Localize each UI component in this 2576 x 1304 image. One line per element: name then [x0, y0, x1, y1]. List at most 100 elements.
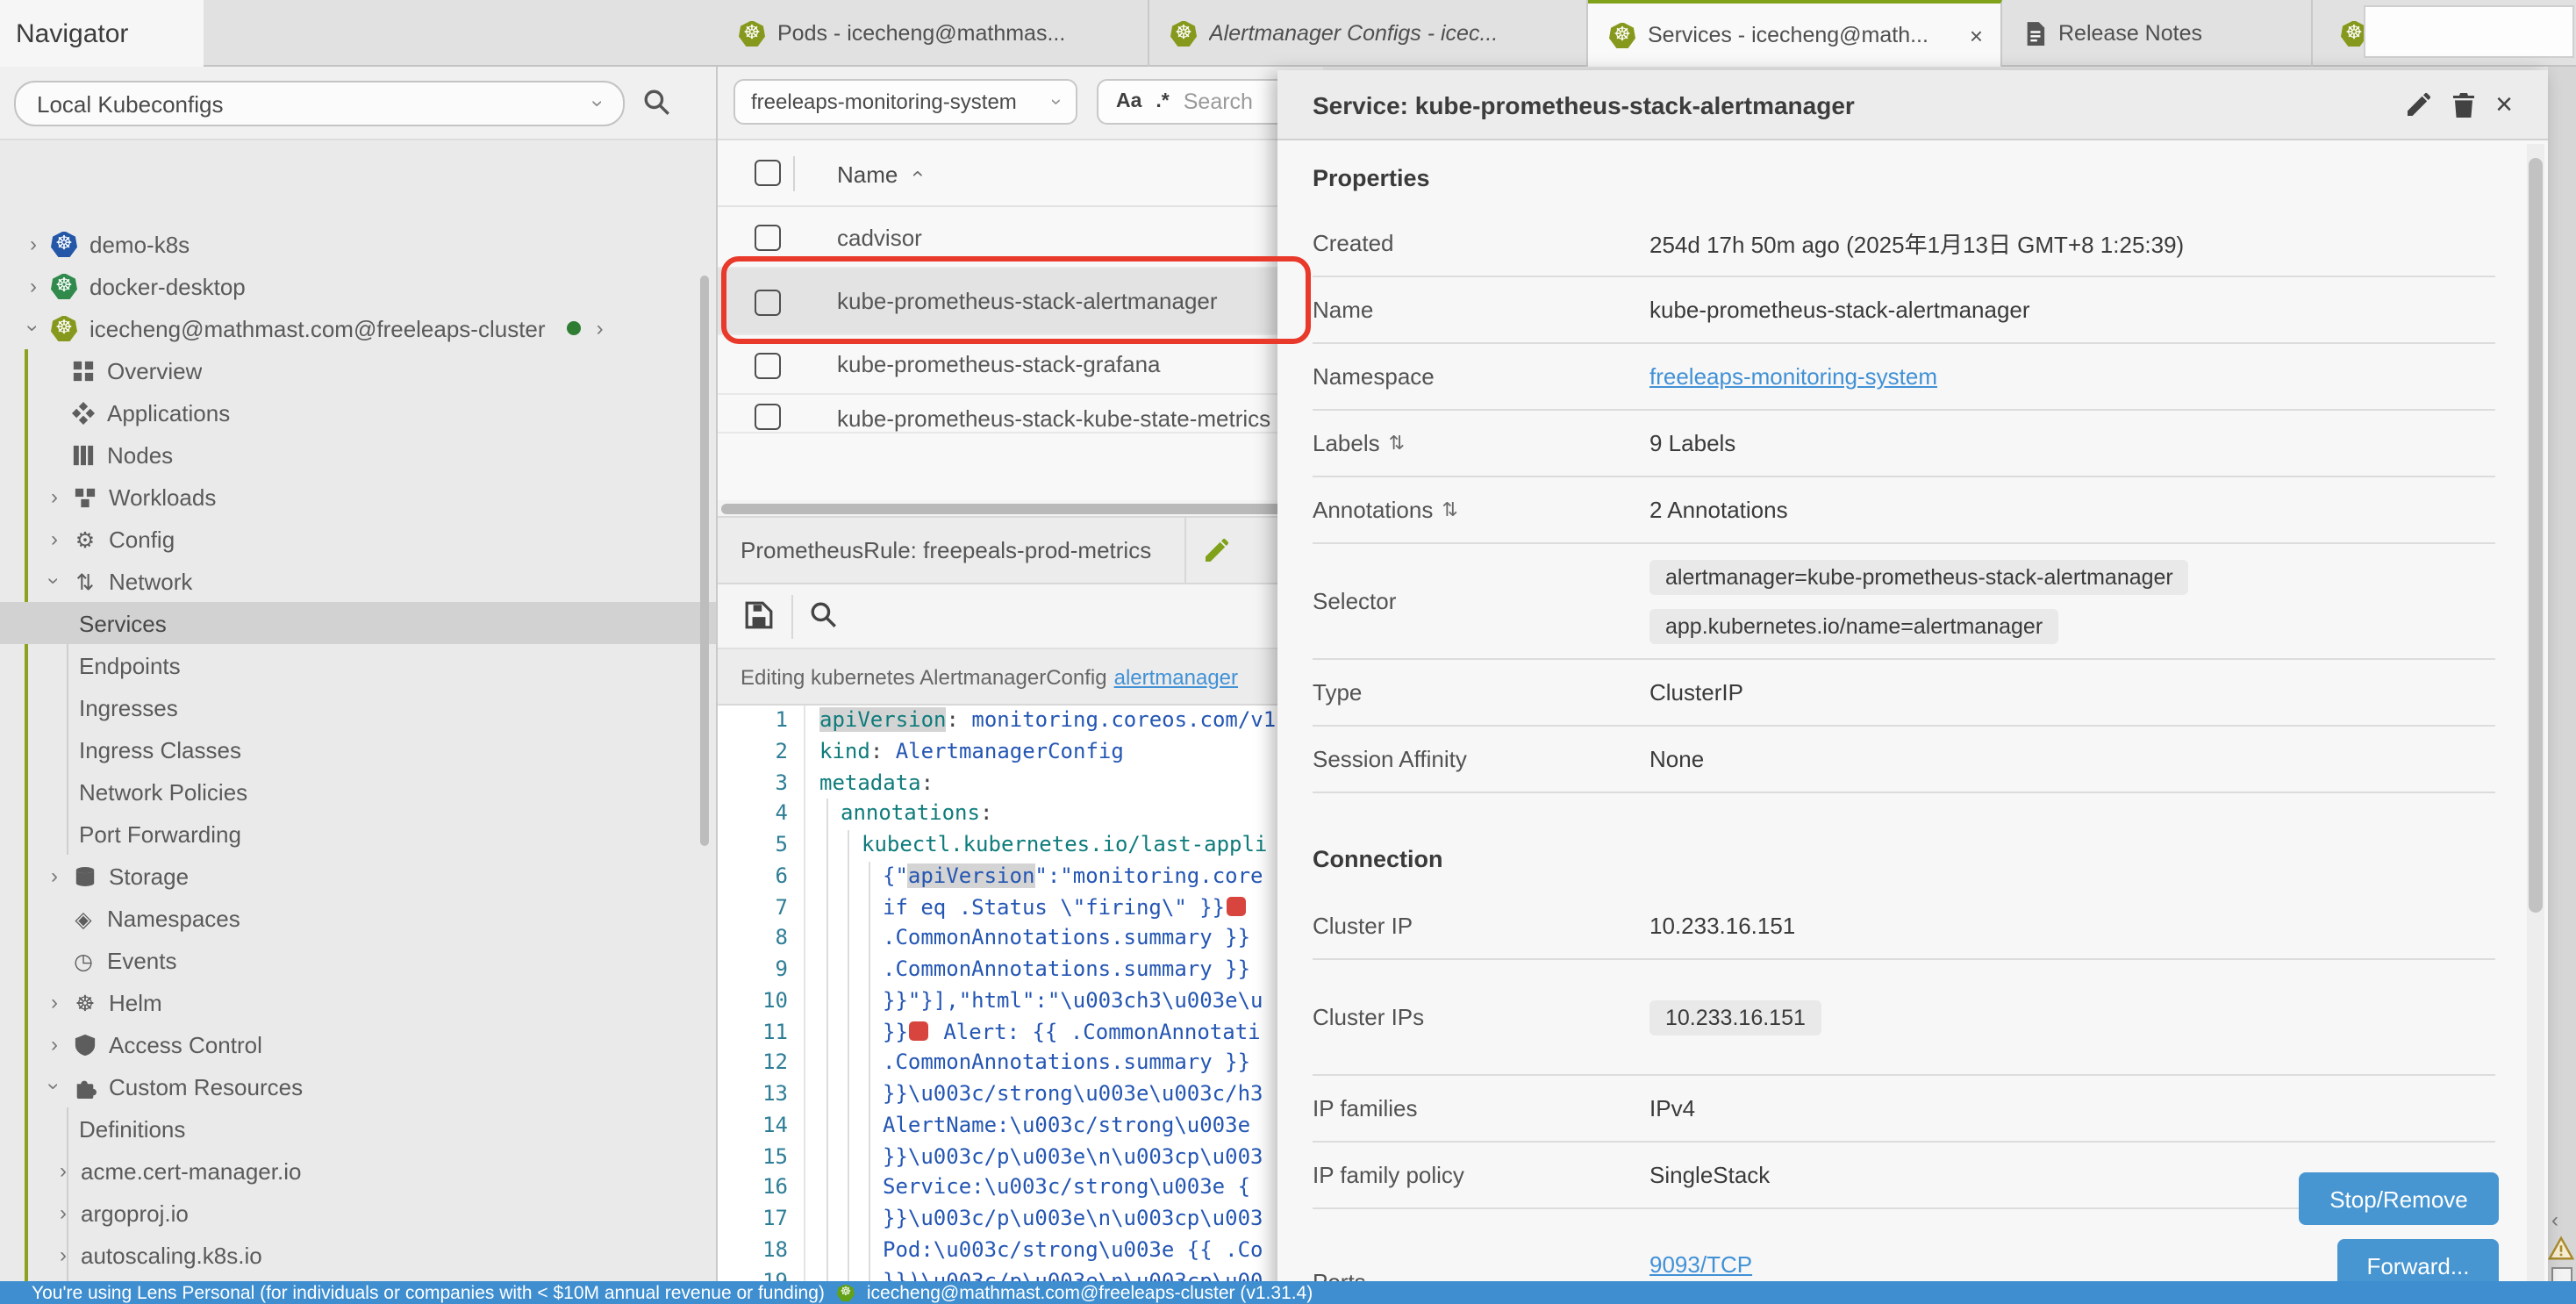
sidebar-item-docker-desktop[interactable]: ›☸docker-desktop — [0, 265, 718, 307]
scrollbar-thumb[interactable] — [721, 503, 1311, 513]
sidebar-item-custom-resources[interactable]: › Custom Resources — [0, 1065, 718, 1107]
save-icon[interactable] — [744, 600, 774, 630]
panel-scrollbar-thumb[interactable] — [2529, 158, 2543, 913]
sidebar-item-config[interactable]: ›⚙Config — [0, 518, 718, 560]
navigator-pane-title: Navigator — [0, 0, 204, 67]
sidebar-item-port-forwarding[interactable]: Port Forwarding — [0, 813, 718, 855]
code-line-3: 3metadata: — [718, 768, 1323, 799]
sidebar-item-label: icecheng@mathmast.com@freeleaps-cluster — [89, 315, 546, 341]
sort-toggle-icon[interactable]: ⇅ — [1442, 498, 1457, 521]
delete-trash-icon[interactable] — [2450, 90, 2478, 118]
editing-context-link[interactable]: alertmanager — [1114, 664, 1238, 689]
detail-value: IPv4 — [1649, 1095, 1695, 1121]
sidebar-scrollbar[interactable] — [700, 276, 709, 846]
code-line-1: 1apiVersion: monitoring.coreos.com/v1 — [718, 706, 1323, 737]
detail-row-ip-families: IP familiesIPv4 — [1313, 1076, 2495, 1143]
chevron-right-icon[interactable]: › — [54, 1158, 72, 1183]
edit-pencil-icon[interactable] — [2404, 90, 2432, 118]
code-line-11: 11}} Alert: {{ .CommonAnnotati — [718, 1017, 1323, 1049]
tab-services-icecheng-math[interactable]: ☸Services - icecheng@math...× — [1588, 0, 2002, 67]
sidebar-item-demo-k8s[interactable]: ›☸demo-k8s — [0, 223, 718, 265]
chevron-down-icon[interactable]: › — [42, 1078, 67, 1095]
tab-release-notes[interactable]: Release Notes — [2002, 0, 2313, 67]
code-line-14: 14AlertName:\u003c/strong\u003e — [718, 1111, 1323, 1143]
sidebar-item-ingress-classes[interactable]: Ingress Classes — [0, 728, 718, 770]
tab-alertmanager-configs-icec[interactable]: ☸Alertmanager Configs - icec... — [1149, 0, 1588, 67]
editor-search-icon[interactable] — [809, 600, 839, 630]
namespace-link[interactable]: freeleaps-monitoring-system — [1649, 363, 1937, 390]
sidebar-item-acme-cert-manager-io[interactable]: ›acme.cert-manager.io — [0, 1150, 718, 1192]
row-checkbox[interactable] — [755, 225, 781, 251]
detail-row-type: TypeClusterIP — [1313, 660, 2495, 727]
sidebar-item-ingresses[interactable]: Ingresses — [0, 686, 718, 728]
sidebar-item-workloads[interactable]: ›Workloads — [0, 476, 718, 518]
tab-label: Release Notes — [2058, 21, 2202, 46]
sidebar-item-network[interactable]: ›⇅Network — [0, 560, 718, 602]
sidebar-item-nodes[interactable]: Nodes — [0, 433, 718, 476]
code-line-6: 6{"apiVersion":"monitoring.core — [718, 862, 1323, 893]
sidebar-item-events[interactable]: ◷Events — [0, 939, 718, 981]
namespace-dropdown[interactable]: freeleaps-monitoring-system › — [733, 79, 1077, 125]
kubeconfig-dropdown-value: Local Kubeconfigs — [37, 90, 224, 117]
table-row-kube-prometheus-stack-kube-state-metrics[interactable]: kube-prometheus-stack-kube-state-metrics — [718, 395, 1323, 433]
sidebar-item-access-control[interactable]: ›Access Control — [0, 1023, 718, 1065]
edit-pencil-icon[interactable] — [1202, 537, 1230, 565]
sidebar-item-argoproj-io[interactable]: ›argoproj.io — [0, 1192, 718, 1234]
sidebar-item-autoscaling-k8s-io[interactable]: ›autoscaling.k8s.io — [0, 1234, 718, 1276]
row-name: cadvisor — [837, 224, 922, 250]
sidebar-item-namespaces[interactable]: ◈Namespaces — [0, 897, 718, 939]
sidebar-item-icecheng-mathmast-com-freeleaps-cluster[interactable]: ›☸icecheng@mathmast.com@freeleaps-cluste… — [0, 307, 718, 349]
chevron-right-icon[interactable]: › — [46, 484, 63, 509]
nodes-icon — [70, 441, 97, 468]
select-all-checkbox[interactable] — [755, 160, 781, 186]
regex-icon[interactable]: .* — [1156, 91, 1169, 112]
port-link-9093-tcp[interactable]: 9093/TCP — [1649, 1251, 1752, 1278]
sidebar-item-endpoints[interactable]: Endpoints — [0, 644, 718, 686]
sidebar-item-definitions[interactable]: Definitions — [0, 1107, 718, 1150]
sidebar-item-helm[interactable]: ›☸Helm — [0, 981, 718, 1023]
sidebar-item-label: Custom Resources — [109, 1073, 303, 1100]
sort-toggle-icon[interactable]: ⇅ — [1389, 432, 1405, 455]
chevron-down-icon: › — [586, 100, 611, 107]
column-header-name[interactable]: Name › — [837, 140, 919, 207]
sidebar-item-network-policies[interactable]: Network Policies — [0, 770, 718, 813]
yaml-editor[interactable]: 1apiVersion: monitoring.coreos.com/v12ki… — [718, 706, 1323, 1304]
active-cluster-status[interactable]: icecheng@mathmast.com@freeleaps-cluster … — [867, 1282, 1313, 1303]
sidebar-item-applications[interactable]: Applications — [0, 391, 718, 433]
sidebar-item-overview[interactable]: Overview — [0, 349, 718, 391]
chevron-right-icon[interactable]: › — [46, 1032, 63, 1057]
tab-pods-icecheng-mathmas[interactable]: ☸Pods - icecheng@mathmas... — [718, 0, 1149, 67]
sidebar-item-storage[interactable]: ›Storage — [0, 855, 718, 897]
tab-bar: Navigator ☸Pods - icecheng@mathmas...☸Al… — [0, 0, 2576, 67]
detail-label: Cluster IP — [1313, 913, 1413, 939]
stop-remove-button[interactable]: Stop/Remove — [2299, 1172, 2499, 1225]
row-name: kube-prometheus-stack-kube-state-metrics — [837, 405, 1270, 432]
chevron-right-icon[interactable]: › — [54, 1200, 72, 1225]
chevron-right-icon[interactable]: › — [46, 990, 63, 1014]
search-icon[interactable] — [642, 88, 672, 118]
close-icon[interactable]: × — [2495, 90, 2513, 118]
row-checkbox[interactable] — [755, 352, 781, 378]
chevron-right-icon[interactable]: › — [25, 274, 42, 298]
close-tab-icon[interactable]: × — [1970, 22, 1983, 48]
table-row-kube-prometheus-stack-grafana[interactable]: kube-prometheus-stack-grafana — [718, 335, 1323, 395]
chevron-down-icon[interactable]: › — [42, 572, 67, 590]
detail-label: Namespace — [1313, 363, 1435, 390]
row-checkbox[interactable] — [755, 404, 781, 430]
storage-icon — [72, 863, 98, 889]
detail-value: 9 Labels — [1649, 430, 1735, 456]
chevron-right-icon[interactable]: › — [591, 316, 609, 340]
sidebar-item-label: Config — [109, 526, 175, 552]
chevron-right-icon[interactable]: › — [25, 232, 42, 256]
chevron-right-icon[interactable]: › — [54, 1243, 72, 1267]
chevron-right-icon[interactable]: › — [46, 527, 63, 551]
match-case-icon[interactable]: Aa — [1116, 91, 1141, 112]
chevron-down-icon[interactable]: › — [21, 319, 46, 337]
sidebar-item-services[interactable]: Services — [0, 602, 718, 644]
sidebar-item-label: Port Forwarding — [79, 820, 241, 847]
chevron-right-icon[interactable]: › — [46, 863, 63, 888]
search-placeholder: Search — [1184, 90, 1253, 114]
sidebar-item-label: docker-desktop — [89, 273, 246, 299]
horizontal-scrollbar[interactable] — [718, 500, 1323, 516]
kubeconfig-dropdown[interactable]: Local Kubeconfigs › — [14, 81, 625, 126]
